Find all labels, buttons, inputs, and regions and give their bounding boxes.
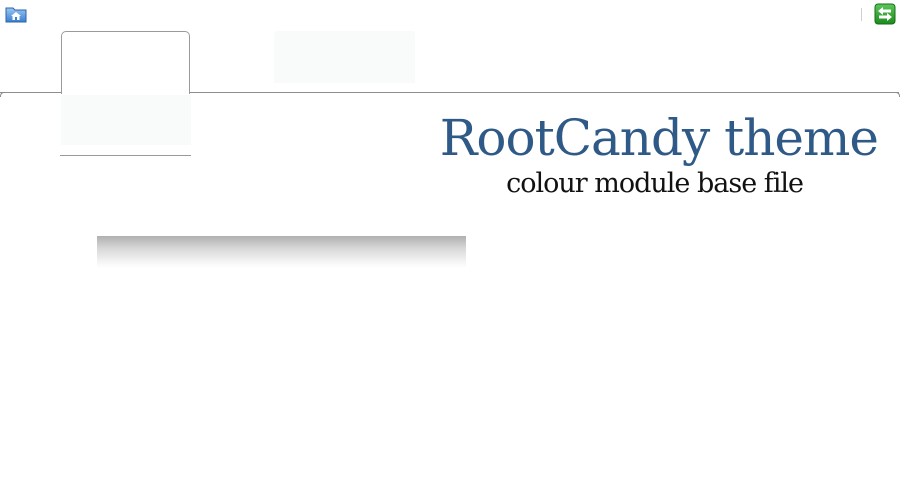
divider-corner-left bbox=[0, 92, 7, 97]
secondary-tab-panel[interactable] bbox=[61, 95, 191, 145]
header-separator bbox=[861, 8, 862, 21]
page-subtitle: colour module base file bbox=[506, 168, 804, 199]
home-icon[interactable] bbox=[5, 5, 27, 23]
logout-icon[interactable] bbox=[874, 3, 896, 25]
active-tab-gap bbox=[62, 91, 189, 94]
gradient-header-bar bbox=[97, 236, 466, 268]
tab-active[interactable] bbox=[61, 31, 190, 94]
secondary-tab-underline bbox=[60, 155, 191, 156]
page-title: RootCandy theme bbox=[439, 109, 879, 167]
page: RootCandy theme colour module base file bbox=[0, 0, 900, 500]
tab-inactive[interactable] bbox=[274, 31, 415, 83]
divider-corner-right bbox=[894, 92, 900, 97]
